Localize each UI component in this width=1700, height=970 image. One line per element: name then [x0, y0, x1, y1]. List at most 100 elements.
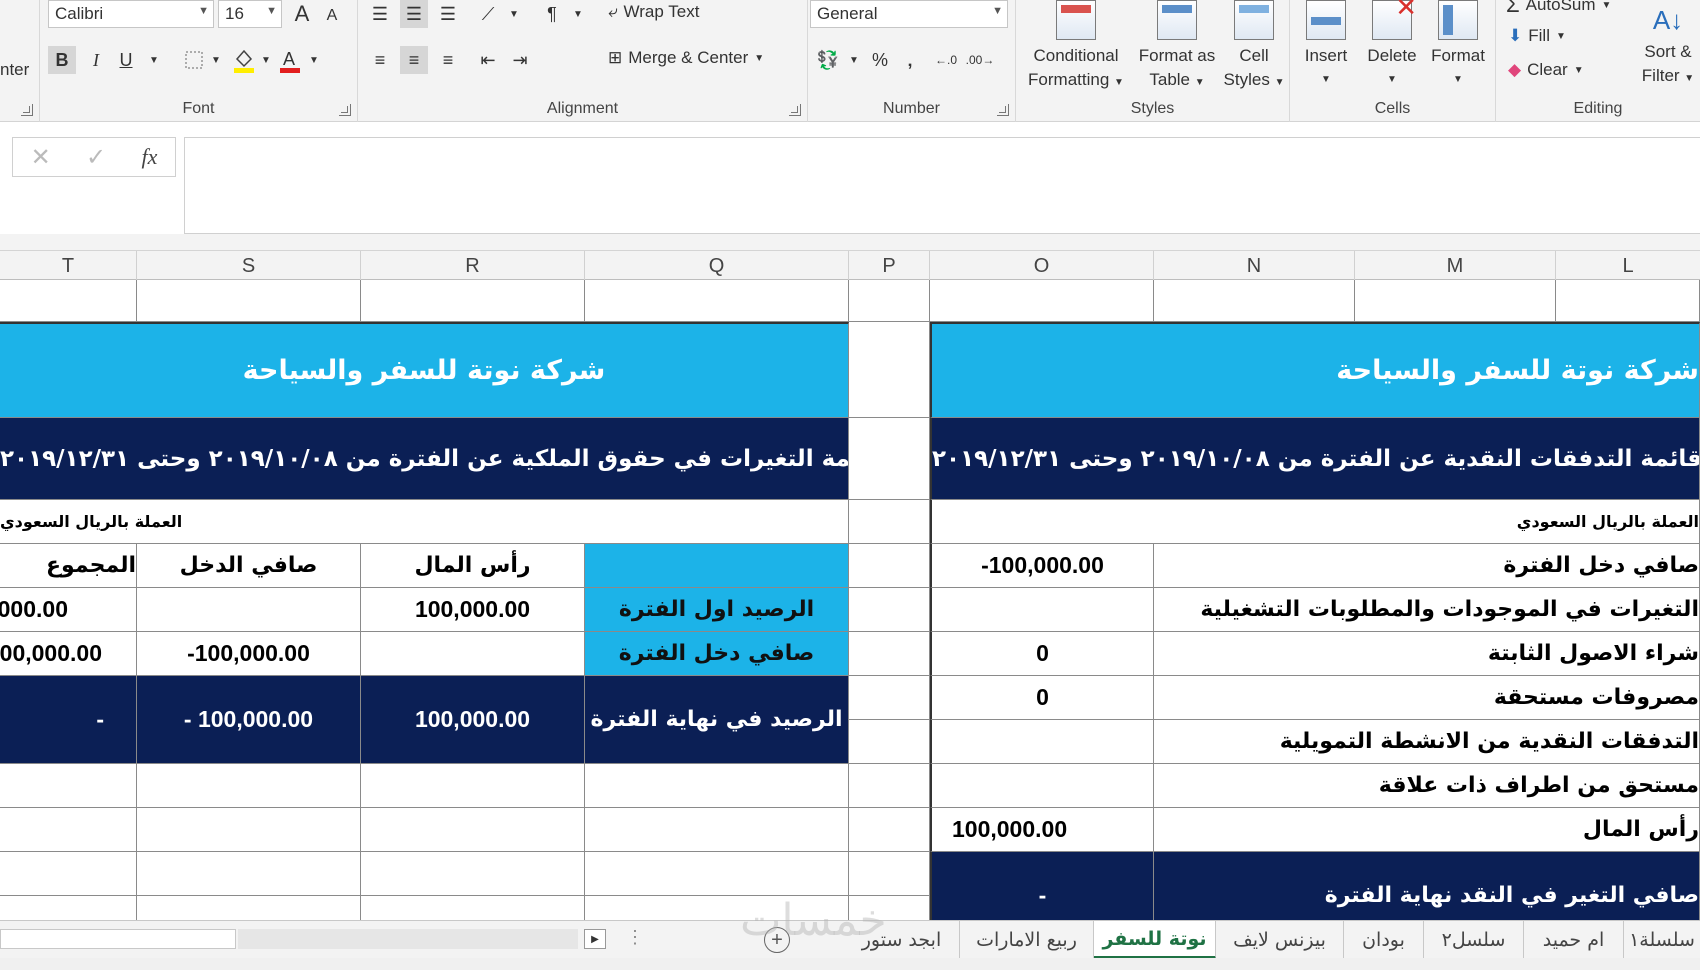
equity-company-title[interactable]: شركة نوتة للسفر والسياحة — [0, 322, 849, 418]
cell-empty[interactable] — [585, 764, 849, 808]
format-as-table-button[interactable]: Format as Table ▼ — [1132, 0, 1222, 95]
cell-empty[interactable] — [585, 808, 849, 852]
equity-row-closing[interactable]: الرصيد في نهاية الفترة — [585, 676, 849, 764]
cell-o1[interactable] — [930, 280, 1154, 322]
cashflow-value-6[interactable] — [930, 764, 1154, 808]
chevron-down-icon[interactable]: ▼ — [564, 0, 592, 28]
align-middle-icon[interactable]: ☰ — [400, 0, 428, 28]
chevron-down-icon[interactable]: ▼ — [202, 46, 230, 74]
text-direction-icon[interactable]: ¶ — [538, 0, 566, 28]
insert-function-icon[interactable]: fx — [141, 144, 157, 170]
align-center-icon[interactable]: ≡ — [400, 46, 428, 74]
cell-l1[interactable] — [1556, 280, 1700, 322]
chevron-down-icon[interactable]: ▼ — [840, 46, 868, 74]
cell-p11[interactable] — [849, 808, 930, 852]
font-launcher-icon[interactable] — [339, 104, 351, 116]
enter-icon[interactable]: ✓ — [86, 143, 106, 172]
equity-col-net-income[interactable]: صافي الدخل — [137, 544, 361, 588]
cell-p4[interactable] — [849, 500, 930, 544]
cell-empty[interactable] — [137, 896, 361, 920]
cell-p5[interactable] — [849, 544, 930, 588]
percent-icon[interactable]: % — [866, 46, 894, 74]
align-right-icon[interactable]: ≡ — [434, 46, 462, 74]
cashflow-label-7[interactable]: رأس المال — [1154, 808, 1700, 852]
equity-statement-title[interactable]: قائمة التغيرات في حقوق الملكية عن الفترة… — [0, 418, 849, 500]
equity-closing-net-income[interactable]: - 100,000.00 — [137, 676, 361, 764]
cell-empty[interactable] — [585, 896, 849, 920]
cell-empty[interactable] — [361, 852, 585, 896]
sheet-tab[interactable]: ابجد ستور — [844, 921, 960, 959]
number-format-select[interactable]: General ▼ — [810, 0, 1008, 28]
cell-empty[interactable] — [0, 896, 137, 920]
sheet-tab[interactable]: ام حميد — [1524, 921, 1624, 959]
cell-t1[interactable] — [0, 280, 137, 322]
chevron-down-icon[interactable]: ▼ — [140, 46, 168, 74]
sheet-tab[interactable]: سلسلة١ — [1624, 921, 1700, 959]
orientation-icon[interactable]: ⟋ — [474, 0, 502, 28]
insert-button[interactable]: Insert ▼ — [1294, 0, 1358, 92]
scroll-right-icon[interactable]: ▶ — [584, 929, 606, 949]
equity-opening-capital[interactable]: 100,000.00 — [361, 588, 585, 632]
cell-q1[interactable] — [585, 280, 849, 322]
decrease-indent-icon[interactable]: ⇤ — [474, 46, 502, 74]
equity-closing-total[interactable]: - — [0, 676, 137, 764]
chevron-down-icon[interactable]: ▼ — [300, 46, 328, 74]
sheet-tab[interactable]: بودان — [1344, 921, 1424, 959]
cell-p3[interactable] — [849, 418, 930, 500]
cell-p10[interactable] — [849, 764, 930, 808]
tab-splitter-icon[interactable]: ⋮ — [626, 927, 644, 948]
equity-closing-capital[interactable]: 100,000.00 — [361, 676, 585, 764]
cell-empty[interactable] — [585, 852, 849, 896]
cashflow-currency-note[interactable]: العملة بالريال السعودي — [930, 500, 1700, 544]
wrap-text-button[interactable]: ⤶ Wrap Text — [608, 2, 699, 22]
cashflow-value-2[interactable] — [930, 588, 1154, 632]
delete-button[interactable]: Delete ▼ — [1360, 0, 1424, 92]
cashflow-value-5[interactable] — [930, 720, 1154, 764]
equity-opening-total[interactable]: 100,000.00 — [0, 588, 137, 632]
font-name-select[interactable]: Calibri ▼ — [48, 0, 214, 28]
cell-empty[interactable] — [0, 852, 137, 896]
align-top-icon[interactable]: ☰ — [366, 0, 394, 28]
cell-styles-button[interactable]: Cell Styles ▼ — [1222, 0, 1286, 95]
cashflow-value-4[interactable]: 0 — [930, 676, 1154, 720]
cell-empty[interactable] — [0, 764, 137, 808]
increase-indent-icon[interactable]: ⇥ — [506, 46, 534, 74]
accounting-format-icon[interactable]: 💱 — [814, 46, 842, 74]
underline-icon[interactable]: U — [112, 46, 140, 74]
cancel-icon[interactable]: ✕ — [31, 143, 51, 172]
equity-currency-note[interactable]: العملة بالريال السعودي — [0, 500, 849, 544]
equity-net-income-value[interactable]: -100,000.00 — [137, 632, 361, 676]
cell-m1[interactable] — [1355, 280, 1556, 322]
column-header-o[interactable]: O — [930, 251, 1154, 281]
cashflow-company-title[interactable]: شركة نوتة للسفر والسياحة — [930, 322, 1700, 418]
column-header-n[interactable]: N — [1154, 251, 1355, 281]
equity-col-total[interactable]: المجموع — [0, 544, 137, 588]
format-button[interactable]: Format ▼ — [1426, 0, 1490, 92]
cell-p8[interactable] — [849, 676, 930, 720]
chevron-down-icon[interactable]: ▼ — [500, 0, 528, 28]
cashflow-value-1[interactable]: -100,000.00 — [930, 544, 1154, 588]
italic-icon[interactable]: I — [82, 46, 110, 74]
cell-p13[interactable] — [849, 896, 930, 920]
cashflow-label-1[interactable]: صافي دخل الفترة — [1154, 544, 1700, 588]
column-header-r[interactable]: R — [361, 251, 585, 281]
cashflow-label-3[interactable]: شراء الاصول الثابتة — [1154, 632, 1700, 676]
cell-p6[interactable] — [849, 588, 930, 632]
alignment-launcher-icon[interactable] — [789, 104, 801, 116]
cashflow-value-8[interactable]: - — [930, 852, 1154, 920]
font-size-select[interactable]: 16 ▼ — [218, 0, 282, 28]
column-header-s[interactable]: S — [137, 251, 361, 281]
cashflow-statement-title[interactable]: قائمة التدفقات النقدية عن الفترة من ٢٠١٩… — [930, 418, 1700, 500]
horizontal-scrollbar-track[interactable] — [238, 929, 578, 949]
align-bottom-icon[interactable]: ☰ — [434, 0, 462, 28]
equity-opening-net-income[interactable] — [137, 588, 361, 632]
equity-net-capital[interactable] — [361, 632, 585, 676]
add-sheet-icon[interactable]: + — [764, 927, 790, 953]
cashflow-value-7[interactable]: 100,000.00 — [930, 808, 1154, 852]
equity-header-corner[interactable] — [585, 544, 849, 588]
merge-center-button[interactable]: ⊞ Merge & Center ▼ — [608, 48, 764, 68]
cell-empty[interactable] — [361, 896, 585, 920]
sheet-tab-active[interactable]: نوتة للسفر — [1094, 921, 1216, 959]
cell-p1[interactable] — [849, 280, 930, 322]
cashflow-label-2[interactable]: التغيرات في الموجودات والمطلوبات التشغيل… — [1154, 588, 1700, 632]
